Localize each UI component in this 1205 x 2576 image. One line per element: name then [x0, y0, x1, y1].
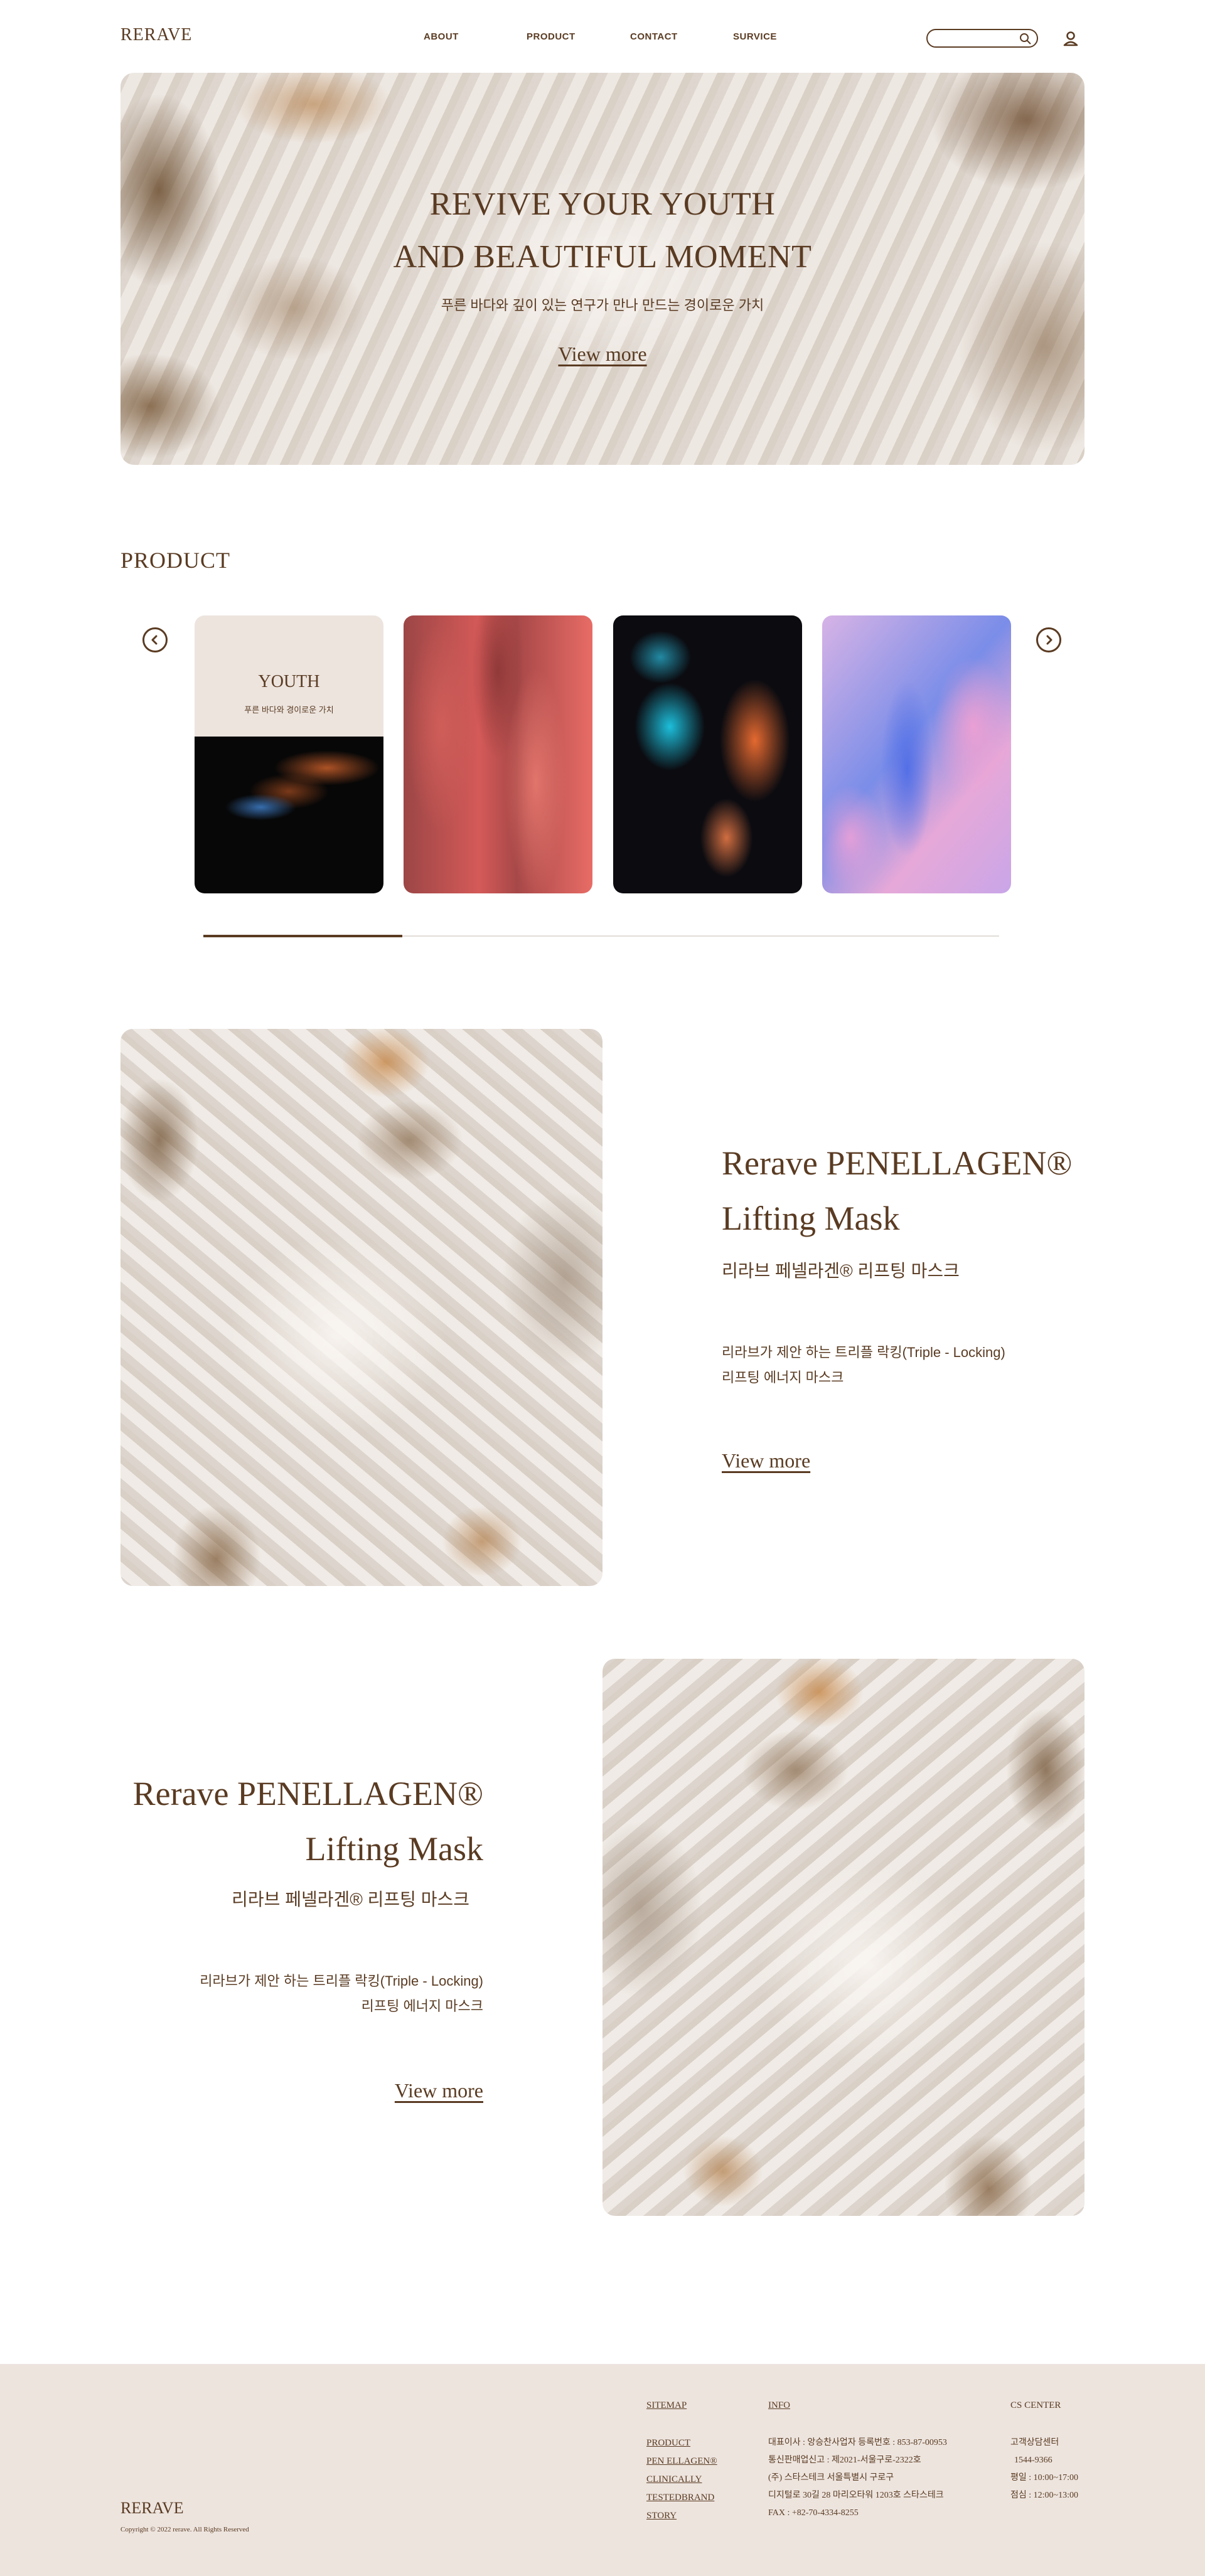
hero-title-line2: AND BEAUTIFUL MOMENT — [393, 239, 812, 275]
product-card-header: YOUTH 푸른 바다와 경이로운 가치 — [195, 615, 383, 737]
nav-product[interactable]: PRODUCT — [527, 31, 576, 42]
feature-title-line2: Lifting Mask — [722, 1200, 900, 1237]
footer-link-testedbrand[interactable]: TESTEDBRAND — [646, 2489, 717, 2507]
feature-view-more-link[interactable]: View more — [395, 2079, 483, 2102]
footer-link-clinically[interactable]: CLINICALLY — [646, 2471, 717, 2489]
product-card-image — [195, 737, 383, 893]
product-card-title: YOUTH — [258, 672, 320, 691]
product-section-title: PRODUCT — [120, 548, 231, 573]
carousel-prev-button[interactable] — [142, 627, 168, 652]
feature-desc-line2: 리프팅 에너지 마스크 — [722, 1370, 844, 1385]
nav-service[interactable]: SURVICE — [733, 31, 777, 42]
site-header: RERAVE ABOUT PRODUCT CONTACT SURVICE — [0, 0, 1205, 73]
chevron-right-icon — [1046, 635, 1052, 645]
footer-copyright: Copyright © 2022 rerave. All Rights Rese… — [120, 2526, 249, 2533]
footer-link-penellagen[interactable]: PEN ELLAGEN® — [646, 2452, 717, 2471]
feature-title-line2: Lifting Mask — [305, 1830, 483, 1868]
footer-cs-center: 고객상담센터 1544-9366 평일 : 10:00~17:00 점심 : 1… — [1010, 2434, 1078, 2504]
carousel-next-button[interactable] — [1036, 627, 1061, 652]
nav-contact[interactable]: CONTACT — [630, 31, 678, 42]
footer-info-line: 디지털로 30길 28 마리오타워 1203호 스타스테크 — [768, 2491, 944, 2500]
footer-link-product[interactable]: PRODUCT — [646, 2434, 717, 2452]
feature-title-line1: Rerave PENELLAGEN® — [132, 1775, 483, 1812]
footer-info-line: FAX : +82-70-4334-8255 — [768, 2508, 859, 2518]
search-icon[interactable] — [1019, 33, 1032, 45]
hero-banner: REVIVE YOUR YOUTH AND BEAUTIFUL MOMENT 푸… — [120, 73, 1084, 465]
chevron-left-icon — [151, 635, 158, 645]
footer-cs-phone: 1544-9366 — [1014, 2456, 1052, 2465]
footer-cs-line: 평일 : 10:00~17:00 — [1010, 2473, 1079, 2483]
footer-cs-line: 고객상담센터 — [1010, 2438, 1059, 2447]
footer-info-line: 통신판매업신고 : 제2021-서울구로-2322호 — [768, 2456, 921, 2465]
footer-info-title: INFO — [768, 2400, 791, 2410]
feature-desc-line1: 리라브가 제안 하는 트리플 락킹(Triple - Locking) — [200, 1973, 483, 1989]
feature-image-2 — [602, 1659, 1084, 2216]
footer-logo[interactable]: RERAVE — [120, 2499, 184, 2518]
search-input[interactable] — [935, 33, 1017, 44]
product-card-youth[interactable]: YOUTH 푸른 바다와 경이로운 가치 — [195, 615, 383, 893]
product-card-subtitle: 푸른 바다와 경이로운 가치 — [244, 705, 334, 715]
feature-view-more-link[interactable]: View more — [722, 1449, 810, 1472]
user-icon[interactable] — [1061, 29, 1081, 49]
footer-link-story[interactable]: STORY — [646, 2507, 717, 2525]
footer-sitemap-links: PRODUCT PEN ELLAGEN® CLINICALLY TESTEDBR… — [646, 2434, 717, 2525]
hero-subtitle: 푸른 바다와 깊이 있는 연구가 만나 만드는 경이로운 가치 — [441, 297, 764, 313]
hero-title-line1: REVIVE YOUR YOUTH — [429, 186, 776, 222]
nav-about[interactable]: ABOUT — [424, 31, 459, 42]
carousel-progress-track[interactable] — [203, 935, 999, 937]
hero-view-more-link[interactable]: View more — [558, 343, 646, 365]
footer-info: 대표이사 : 앙승찬사업자 등록번호 : 853-87-00953 통신판매업신… — [768, 2434, 947, 2522]
footer-info-line: (주) 스타스테크 서울특별시 구로구 — [768, 2473, 894, 2483]
site-footer: RERAVE Copyright © 2022 rerave. All Righ… — [0, 2364, 1205, 2576]
footer-cs-title: CS CENTER — [1010, 2400, 1061, 2410]
feature-desc-line1: 리라브가 제안 하는 트리플 락킹(Triple - Locking) — [722, 1344, 1005, 1360]
feature-subtitle: 리라브 페넬라겐® 리프팅 마스크 — [232, 1890, 469, 1909]
footer-cs-line: 점심 : 12:00~13:00 — [1010, 2491, 1079, 2500]
feature-subtitle: 리라브 페넬라겐® 리프팅 마스크 — [722, 1261, 960, 1280]
footer-sitemap-title: SITEMAP — [646, 2400, 687, 2410]
feature-title-line1: Rerave PENELLAGEN® — [722, 1144, 1073, 1182]
feature-image-1 — [120, 1029, 602, 1586]
product-card-teal-orange[interactable] — [613, 615, 802, 893]
footer-info-line: 대표이사 : 앙승찬사업자 등록번호 : 853-87-00953 — [768, 2438, 947, 2447]
feature-desc-line2: 리프팅 에너지 마스크 — [361, 1998, 483, 2014]
product-card-pastel[interactable] — [822, 615, 1011, 893]
carousel-progress-fill — [203, 935, 402, 937]
search-box — [926, 29, 1038, 48]
product-card-red[interactable] — [404, 615, 592, 893]
